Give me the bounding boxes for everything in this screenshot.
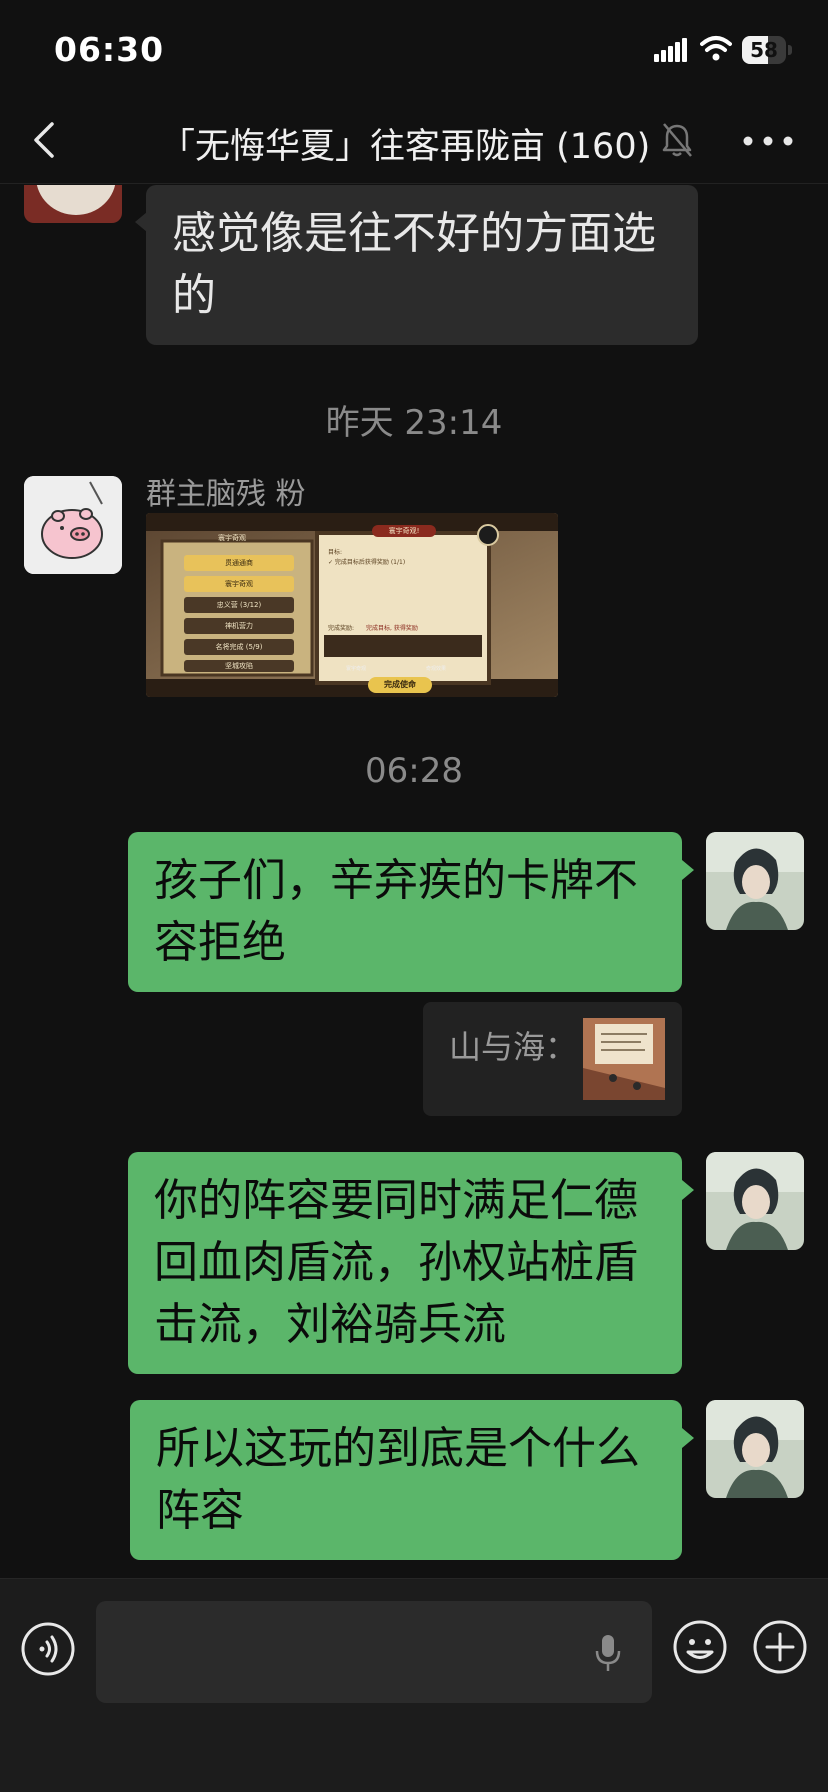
list-item: 名将完成 (5/9) (184, 639, 294, 655)
mic-icon[interactable] (594, 1633, 622, 1673)
list-item: 神机营力 (184, 618, 294, 634)
back-icon[interactable] (28, 118, 60, 162)
list-item: 坚城攻陷 (184, 660, 294, 672)
quote-thumbnail[interactable] (583, 1018, 665, 1100)
status-time: 06:30 (54, 30, 165, 69)
my-avatar[interactable] (706, 1152, 804, 1250)
message-bubble[interactable]: 所以这玩的到底是个什么阵容 (130, 1400, 682, 1560)
panel-title: 寰宇奇观 (218, 534, 246, 542)
timestamp: 06:28 (365, 751, 463, 791)
plus-icon[interactable] (752, 1619, 808, 1675)
message-input[interactable] (96, 1601, 652, 1703)
chat-title[interactable]: 「无悔华夏」往客再陇亩 (160) (160, 118, 650, 169)
battery-percent: 58 (750, 38, 778, 62)
wifi-icon (700, 36, 732, 61)
message-text: 你的阵容要同时满足仁德回血肉盾流，孙权站桩盾击流，刘裕骑兵流 (154, 1175, 638, 1350)
reward-text: 完成目标, 获得奖励 (366, 625, 418, 632)
reward-label: 完成奖励: (328, 625, 355, 632)
list-item: 寰宇奇观 (184, 576, 294, 592)
reward-item: 寰宇奇观 (346, 666, 367, 672)
list-item: 忠义营 (3/12) (184, 597, 294, 613)
sender-name: 群主脑残 粉 (146, 477, 306, 512)
mute-icon (662, 123, 692, 157)
message-text: 感觉像是往不好的方面选的 (172, 208, 656, 321)
message-text: 所以这玩的到底是个什么阵容 (156, 1423, 640, 1536)
timestamp: 昨天 23:14 (325, 403, 503, 443)
battery-indicator: 58 (742, 36, 792, 64)
quote-author: 山与海： (449, 1028, 578, 1066)
my-avatar[interactable] (706, 832, 804, 930)
dialog-title: 寰宇奇观! (372, 525, 436, 537)
status-bar: 06:30 58 (0, 0, 828, 100)
sender-avatar[interactable] (24, 185, 122, 223)
message-bubble[interactable]: 孩子们，辛弃疾的卡牌不容拒绝 (128, 832, 682, 992)
emoji-icon[interactable] (672, 1619, 728, 1675)
input-bar (0, 1578, 828, 1792)
signal-icon (654, 38, 687, 62)
more-icon[interactable] (740, 126, 796, 156)
goal-label: 目标: (328, 549, 343, 556)
list-item: 贯通通商 (184, 555, 294, 571)
message-bubble[interactable]: 你的阵容要同时满足仁德回血肉盾流，孙权站桩盾击流，刘裕骑兵流 (128, 1152, 682, 1374)
pig-icon (24, 476, 122, 574)
my-avatar[interactable] (706, 1400, 804, 1498)
voice-icon[interactable] (20, 1621, 76, 1677)
quote-reply[interactable]: 山与海： (423, 1002, 682, 1116)
message-text: 孩子们，辛弃疾的卡牌不容拒绝 (154, 855, 638, 968)
goal-text: ✓ 完成目标后获得奖励 (1/1) (328, 559, 406, 566)
chat-header: 「无悔华夏」往客再陇亩 (160) (0, 100, 828, 184)
image-message[interactable]: 寰宇奇观 贯通通商 寰宇奇观 忠义营 (3/12) 神机营力 名将完成 (5/9… (146, 513, 558, 697)
message-bubble[interactable]: 感觉像是往不好的方面选的 (146, 185, 698, 345)
reward-item: 奇观效果 (426, 666, 447, 672)
complete-button: 完成使命 (368, 677, 432, 693)
sender-avatar[interactable] (24, 476, 122, 574)
chat-messages[interactable]: 感觉像是往不好的方面选的 昨天 23:14 群主脑残 粉 寰宇奇观 贯通通商 寰… (0, 185, 828, 1578)
